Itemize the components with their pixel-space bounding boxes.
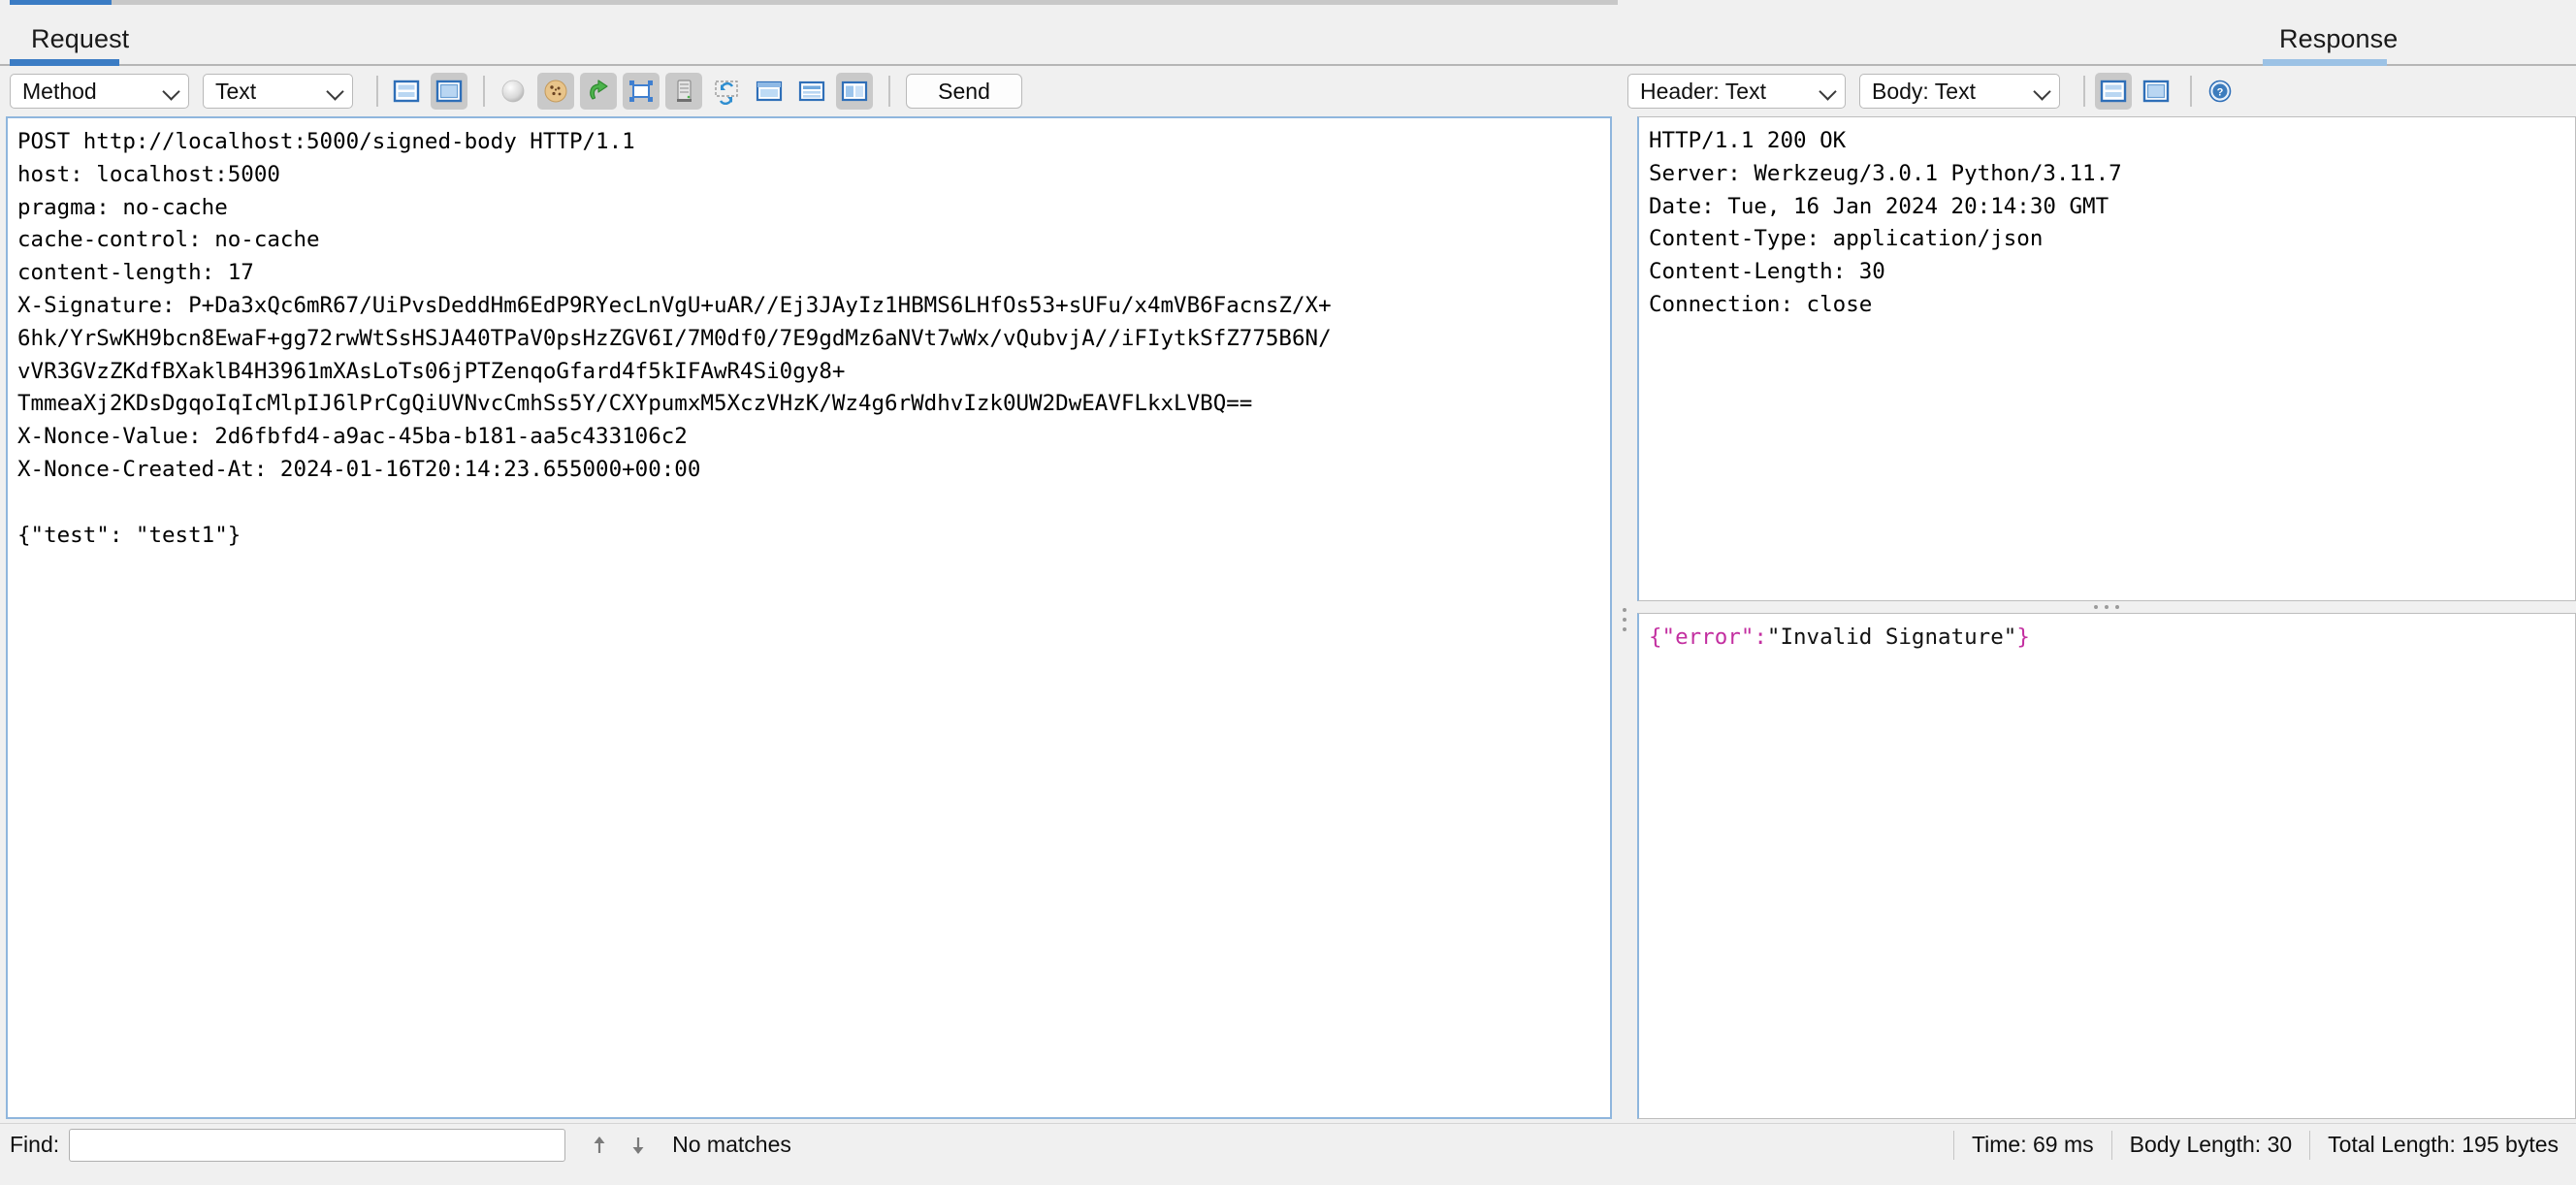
resend-button[interactable]: [708, 73, 745, 110]
arrow-up-icon: [587, 1133, 612, 1158]
request-toolbar: Method Text: [0, 66, 1618, 116]
find-next-button[interactable]: [622, 1129, 655, 1162]
toolbar-separator: [888, 76, 890, 107]
split-view-horizontal-icon: [2100, 78, 2127, 105]
chevron-down-icon: [327, 82, 344, 100]
tab-strip: Request Response: [0, 0, 2576, 66]
request-tab-top-accent: [10, 0, 112, 5]
response-toolbar: Header: Text Body: Text: [1618, 66, 2576, 116]
request-format-select[interactable]: Text: [203, 74, 353, 109]
help-icon: ?: [2206, 78, 2234, 105]
lines-view-button[interactable]: [793, 73, 830, 110]
single-view-icon: [435, 78, 463, 105]
main-content: POST http://localhost:5000/signed-body H…: [0, 116, 2576, 1123]
chevron-down-icon: [2034, 82, 2051, 100]
request-pane: POST http://localhost:5000/signed-body H…: [0, 116, 1618, 1123]
request-tab-container: Request: [0, 0, 1618, 64]
redo-arrow-icon: [585, 78, 612, 105]
method-select-value: Method: [22, 79, 97, 105]
find-match-status: No matches: [672, 1132, 791, 1158]
json-colon: :: [1754, 625, 1767, 650]
response-header-format-select[interactable]: Header: Text: [1627, 74, 1846, 109]
arrow-down-icon: [626, 1133, 651, 1158]
response-pane: HTTP/1.1 200 OK Server: Werkzeug/3.0.1 P…: [1631, 116, 2576, 1123]
redo-button[interactable]: [580, 73, 617, 110]
toolbar-separator: [376, 76, 378, 107]
method-select[interactable]: Method: [10, 74, 189, 109]
cookie-button[interactable]: [537, 73, 574, 110]
status-time: Time: 69 ms: [1953, 1131, 2111, 1160]
single-view-button[interactable]: [431, 73, 467, 110]
pane-splitter[interactable]: [1618, 116, 1631, 1123]
json-key: "error": [1662, 625, 1755, 650]
globe-icon: [499, 78, 527, 105]
toolbar-separator: [2083, 76, 2085, 107]
status-body-length: Body Length: 30: [2111, 1131, 2310, 1160]
json-close-brace: }: [2016, 625, 2030, 650]
json-value: "Invalid Signature": [1767, 625, 2016, 650]
lines-view-icon: [798, 78, 825, 105]
help-button[interactable]: ?: [2202, 73, 2238, 110]
chevron-down-icon: [163, 82, 180, 100]
response-body-format-select[interactable]: Body: Text: [1859, 74, 2060, 109]
status-total-length: Total Length: 195 bytes: [2309, 1131, 2576, 1160]
server-icon: [670, 78, 697, 105]
request-editor[interactable]: POST http://localhost:5000/signed-body H…: [6, 116, 1612, 1119]
status-metrics: Time: 69 ms Body Length: 30 Total Length…: [1953, 1124, 2576, 1166]
response-body-editor[interactable]: {"error":"Invalid Signature"}: [1637, 613, 2576, 1119]
select-frame-button[interactable]: [623, 73, 660, 110]
tab-strip-top-divider: [112, 0, 1618, 5]
send-button[interactable]: Send: [906, 74, 1022, 109]
response-split-view-button[interactable]: [2095, 73, 2132, 110]
response-single-view-button[interactable]: [2138, 73, 2174, 110]
find-input[interactable]: [69, 1129, 565, 1162]
status-bar: Find: No matches Time: 69 ms Body Length…: [0, 1123, 2576, 1166]
splitter-grip: [2094, 605, 2119, 609]
globe-button[interactable]: [495, 73, 531, 110]
find-label: Find:: [10, 1132, 59, 1158]
toolbar-separator: [2190, 76, 2192, 107]
server-button[interactable]: [665, 73, 702, 110]
request-format-select-value: Text: [215, 79, 256, 105]
single-view-icon: [2142, 78, 2170, 105]
window-icon: [756, 78, 783, 105]
tab-request-underline: [10, 59, 119, 66]
find-previous-button[interactable]: [583, 1129, 616, 1162]
toolbar-separator: [483, 76, 485, 107]
response-tab-container: Response: [1618, 0, 2576, 64]
toolbars: Method Text: [0, 66, 2576, 116]
chevron-down-icon: [1819, 82, 1837, 100]
resend-icon: [713, 78, 740, 105]
svg-text:?: ?: [2217, 87, 2224, 99]
columns-view-icon: [841, 78, 868, 105]
tab-response-underline: [2263, 59, 2387, 66]
window-button[interactable]: [751, 73, 788, 110]
cookie-icon: [542, 78, 569, 105]
response-body-format-value: Body: Text: [1872, 79, 1976, 105]
response-header-format-value: Header: Text: [1640, 79, 1766, 105]
select-frame-icon: [628, 78, 655, 105]
json-open-brace: {: [1649, 625, 1662, 650]
columns-view-button[interactable]: [836, 73, 873, 110]
response-splitter[interactable]: [1637, 601, 2576, 613]
split-view-horizontal-icon: [393, 78, 420, 105]
split-view-horizontal-button[interactable]: [388, 73, 425, 110]
response-headers-editor[interactable]: HTTP/1.1 200 OK Server: Werkzeug/3.0.1 P…: [1637, 116, 2576, 601]
